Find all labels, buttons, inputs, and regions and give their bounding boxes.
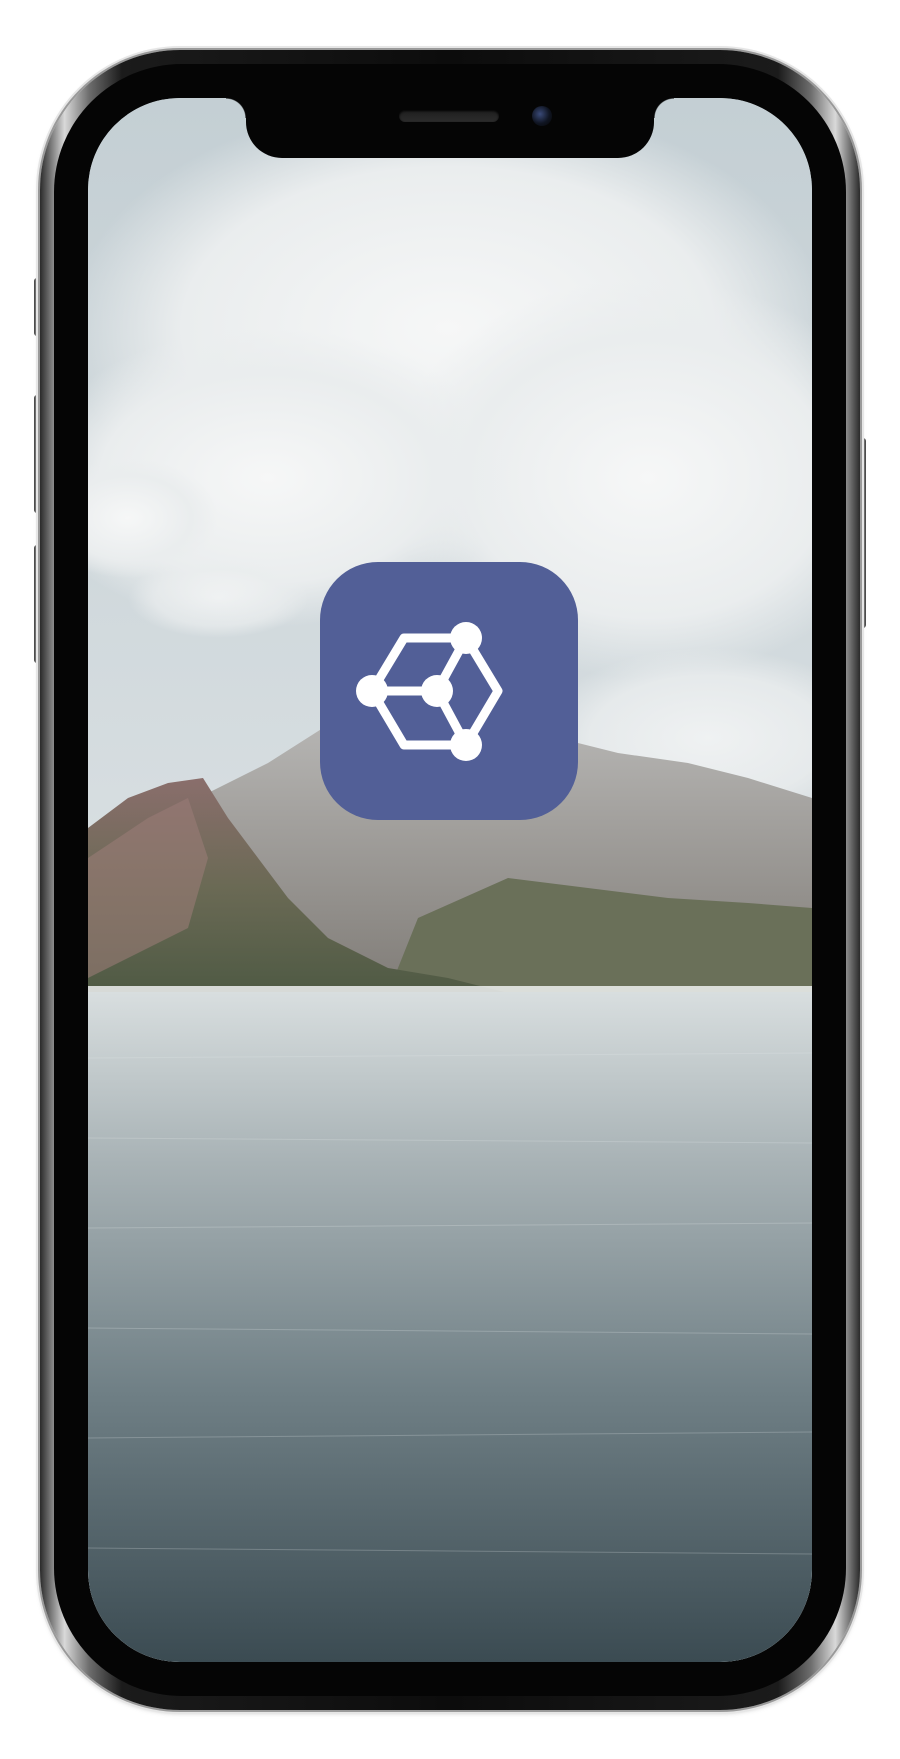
cube-network-icon	[356, 622, 503, 761]
wallpaper-image	[88, 98, 812, 1662]
earpiece-speaker	[399, 110, 499, 122]
app-icon[interactable]	[320, 562, 578, 820]
phone-screen	[88, 98, 812, 1662]
notch	[226, 98, 674, 158]
front-camera	[532, 106, 552, 126]
device-stage	[0, 0, 900, 1759]
